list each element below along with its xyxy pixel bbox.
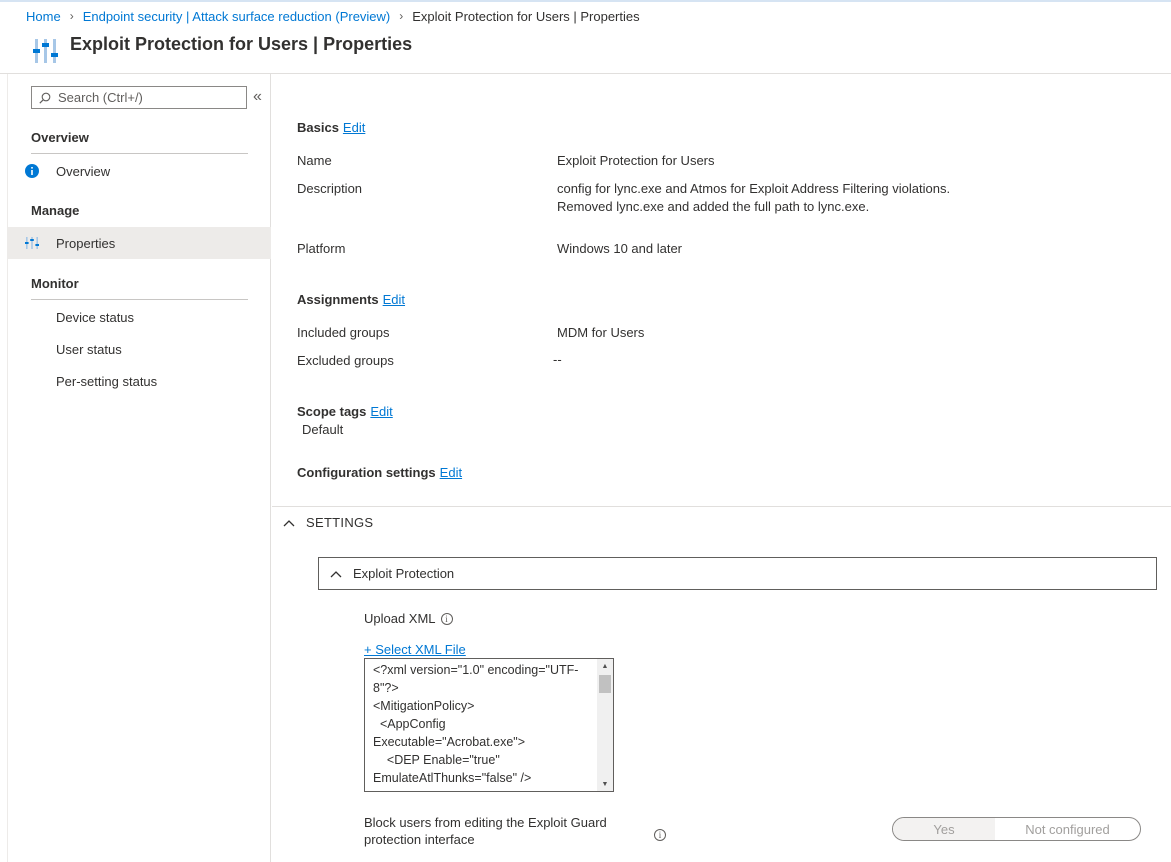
description-line-1: config for lync.exe and Atmos for Exploi… — [557, 181, 951, 196]
sidebar-item-per-setting-status[interactable]: Per-setting status — [8, 365, 271, 397]
main-content: Basics Edit Name Exploit Protection for U… — [272, 74, 1171, 862]
platform-value: Windows 10 and later — [557, 241, 683, 256]
excluded-groups-label: Excluded groups — [297, 353, 394, 368]
toggle-option-yes[interactable]: Yes — [893, 818, 995, 840]
xml-scrollbar[interactable]: ▲ ▼ — [597, 659, 613, 791]
description-label: Description — [297, 181, 363, 196]
sidebar-item-label: User status — [56, 341, 122, 357]
scroll-thumb[interactable] — [599, 675, 611, 693]
xml-content-text: <?xml version="1.0" encoding="UTF- 8"?> … — [373, 663, 579, 785]
collapse-sidebar-icon[interactable]: « — [253, 88, 262, 106]
assignments-header: Assignments Edit — [297, 292, 405, 307]
basics-edit-link[interactable]: Edit — [343, 120, 365, 135]
platform-label: Platform — [297, 241, 346, 256]
block-users-editing-label: Block users from editing the Exploit Gua… — [364, 815, 607, 847]
chevron-up-icon — [329, 567, 343, 581]
section-overview: Overview — [31, 130, 248, 154]
included-groups-value: MDM for Users — [557, 325, 645, 340]
exploit-protection-group-toggle[interactable]: Exploit Protection — [318, 557, 1157, 590]
sidebar-item-label: Properties — [56, 235, 116, 251]
chevron-right-icon: › — [399, 9, 404, 23]
top-border — [0, 0, 1171, 2]
included-groups-label: Included groups — [297, 325, 390, 340]
section-manage: Manage — [31, 203, 80, 218]
info-circle-icon — [8, 164, 56, 178]
search-input[interactable] — [58, 90, 238, 105]
chevron-right-icon: › — [69, 9, 74, 23]
name-label: Name — [297, 153, 332, 168]
description-line-2: Removed lync.exe and added the full path… — [557, 199, 870, 214]
settings-collapse-toggle[interactable]: SETTINGS — [282, 515, 373, 530]
breadcrumb-parent[interactable]: Endpoint security | Attack surface reduc… — [83, 9, 391, 24]
scope-tags-header: Scope tags Edit — [297, 404, 393, 419]
block-users-toggle-group: Yes Not configured — [892, 817, 1141, 841]
search-icon — [32, 92, 58, 104]
settings-label: SETTINGS — [306, 515, 374, 530]
search-box[interactable] — [31, 86, 247, 109]
sidebar-item-label: Device status — [56, 309, 135, 325]
basics-heading: Basics — [297, 120, 339, 135]
exploit-protection-label: Exploit Protection — [353, 566, 455, 581]
select-xml-file-link[interactable]: + Select XML File — [364, 642, 466, 657]
scroll-up-arrow-icon[interactable]: ▲ — [597, 659, 613, 673]
properties-sliders-icon — [8, 236, 56, 250]
upload-xml-field: Upload XML i — [364, 611, 453, 626]
breadcrumb-home[interactable]: Home — [26, 9, 61, 24]
sidebar-item-user-status[interactable]: User status — [8, 333, 271, 365]
sidebar-item-label: Overview — [56, 163, 111, 179]
breadcrumb-current: Exploit Protection for Users | Propertie… — [412, 8, 640, 24]
assignments-edit-link[interactable]: Edit — [383, 292, 405, 307]
scroll-down-arrow-icon[interactable]: ▼ — [597, 777, 613, 791]
configuration-heading: Configuration settings — [297, 465, 436, 480]
toggle-option-not-configured[interactable]: Not configured — [995, 818, 1140, 840]
sidebar-item-properties[interactable]: Properties — [8, 227, 271, 259]
xml-content-textarea[interactable]: <?xml version="1.0" encoding="UTF- 8"?> … — [364, 658, 614, 792]
section-monitor: Monitor — [31, 276, 248, 300]
info-icon[interactable]: i — [440, 612, 453, 625]
upload-xml-label: Upload XML — [364, 611, 436, 626]
excluded-groups-value: -- — [553, 352, 562, 367]
properties-sliders-icon — [33, 39, 58, 63]
basics-header: Basics Edit — [297, 120, 365, 135]
page-title: Exploit Protection for Users | Propertie… — [70, 34, 413, 54]
title-bar: Exploit Protection for Users | Propertie… — [0, 29, 1171, 74]
breadcrumb: Home › Endpoint security | Attack surfac… — [26, 7, 640, 25]
chevron-up-icon — [282, 516, 296, 530]
scope-tags-value: Default — [302, 422, 344, 437]
settings-divider — [272, 506, 1171, 507]
name-value: Exploit Protection for Users — [557, 153, 715, 168]
assignments-heading: Assignments — [297, 292, 379, 307]
sidebar-item-device-status[interactable]: Device status — [8, 301, 271, 333]
scope-tags-heading: Scope tags — [297, 404, 367, 419]
configuration-edit-link[interactable]: Edit — [440, 465, 462, 480]
scope-tags-edit-link[interactable]: Edit — [370, 404, 392, 419]
info-icon[interactable]: i — [654, 826, 666, 841]
sidebar-item-overview[interactable]: Overview — [8, 155, 271, 187]
configuration-header: Configuration settings Edit — [297, 465, 462, 480]
sidebar-item-label: Per-setting status — [56, 373, 158, 389]
sidebar: « Overview Overview Manage Properties Mo… — [7, 74, 271, 862]
